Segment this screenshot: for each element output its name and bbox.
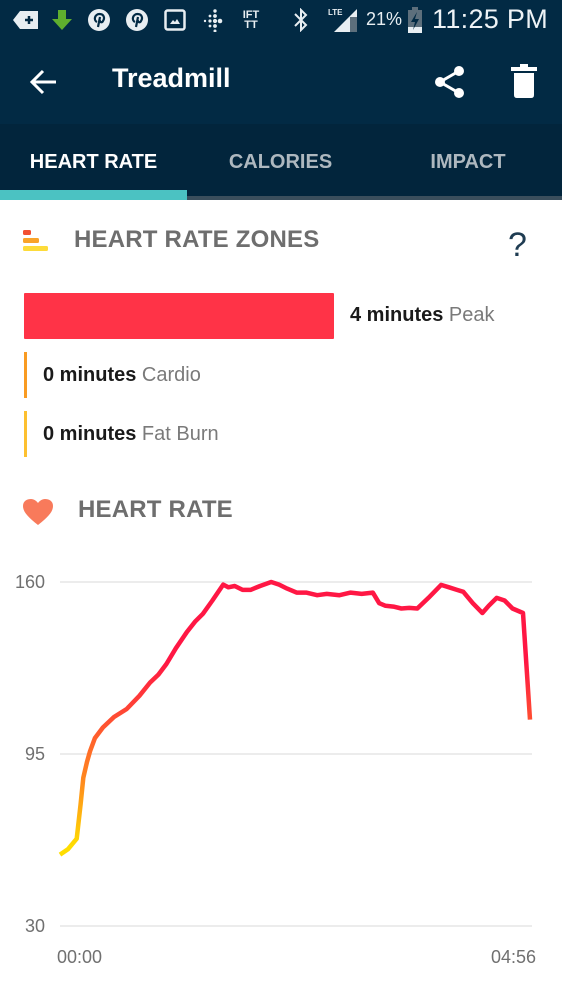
tab-heart-rate[interactable]: HEART RATE xyxy=(0,124,187,200)
y-tick-label: 95 xyxy=(25,744,45,764)
heart-rate-section-title: HEART RATE xyxy=(78,496,233,523)
clock: 11:25 PM xyxy=(432,4,548,34)
arrow-back-icon xyxy=(29,69,56,95)
cardio-zone-bar xyxy=(24,352,27,398)
fat-burn-zone-bar xyxy=(24,411,27,457)
ifttt-icon: IFT TT xyxy=(242,9,260,31)
gallery-icon xyxy=(163,8,187,32)
status-bar: IFT TT LTE 21% 11:25 PM xyxy=(0,0,562,40)
pinterest-icon xyxy=(124,8,150,32)
help-button[interactable]: ? xyxy=(508,226,527,265)
zone-peak-name: Peak xyxy=(448,304,495,326)
trash-icon xyxy=(511,64,537,98)
zones-icon xyxy=(22,229,50,253)
zone-fat-burn-value: 0 minutes xyxy=(43,423,137,445)
heart-rate-chart: 30 95 160 00:00 04:56 xyxy=(15,572,536,967)
add-notification-icon xyxy=(12,8,40,32)
delete-button[interactable] xyxy=(508,62,542,102)
zone-cardio-name: Cardio xyxy=(141,364,201,386)
zones-section-title: HEART RATE ZONES xyxy=(74,226,320,253)
y-tick-label: 30 xyxy=(25,916,45,936)
fitbit-icon xyxy=(200,8,226,32)
svg-text:LTE: LTE xyxy=(328,8,343,17)
app-bar: Treadmill xyxy=(0,40,562,124)
heart-rate-line xyxy=(58,579,533,857)
y-tick-label: 160 xyxy=(15,572,45,592)
battery-percent: 21% xyxy=(366,9,403,29)
zone-cardio-value: 0 minutes xyxy=(43,364,137,386)
peak-zone-bar xyxy=(24,293,334,339)
bluetooth-icon xyxy=(290,8,312,32)
x-tick-label: 00:00 xyxy=(57,947,102,967)
share-button[interactable] xyxy=(430,62,470,102)
zone-fat-burn: 0 minutes Fat Burn xyxy=(43,423,219,446)
zone-fat-burn-name: Fat Burn xyxy=(141,423,219,445)
zone-cardio: 0 minutes Cardio xyxy=(43,364,201,387)
x-tick-label: 04:56 xyxy=(491,947,536,967)
battery-charging-icon xyxy=(406,7,424,33)
share-icon xyxy=(435,66,464,98)
pinterest-icon xyxy=(86,8,112,32)
download-icon xyxy=(50,8,74,32)
tab-calories[interactable]: CALORIES xyxy=(187,124,374,200)
heart-icon xyxy=(22,498,54,526)
zone-peak: 4 minutes Peak xyxy=(350,304,495,327)
back-button[interactable] xyxy=(26,64,62,100)
zone-peak-value: 4 minutes xyxy=(350,304,444,326)
lte-signal-icon: LTE xyxy=(328,8,358,32)
page-title: Treadmill xyxy=(112,63,231,93)
tab-divider xyxy=(187,196,562,200)
tab-impact[interactable]: IMPACT xyxy=(374,124,562,200)
tab-bar: HEART RATE CALORIES IMPACT xyxy=(0,124,562,200)
active-tab-indicator xyxy=(0,190,187,200)
